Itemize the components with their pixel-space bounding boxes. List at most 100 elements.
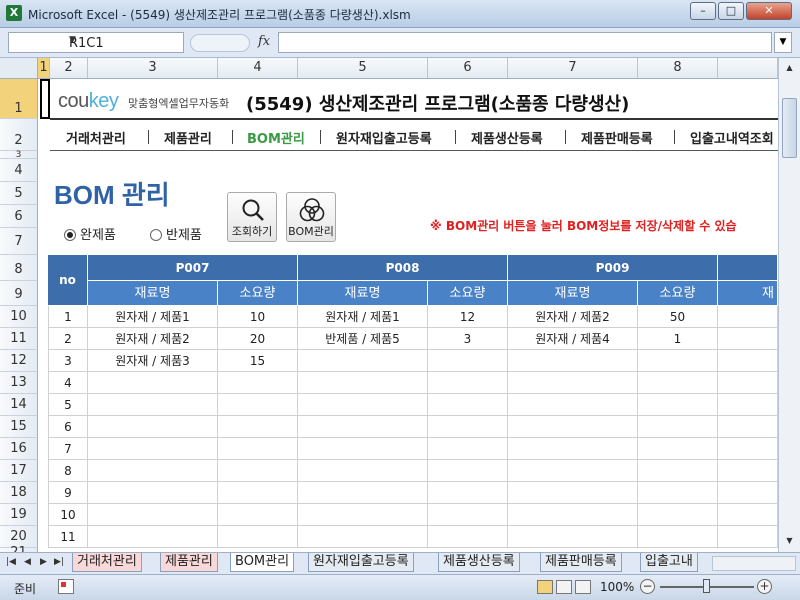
qty-cell[interactable]	[638, 416, 718, 438]
material-cell[interactable]	[508, 394, 638, 416]
row-header[interactable]: 3	[0, 151, 38, 160]
qty-cell[interactable]	[218, 482, 298, 504]
row-header[interactable]: 12	[0, 350, 38, 372]
column-header[interactable]: 3	[88, 58, 218, 79]
extra-cell[interactable]	[718, 416, 778, 438]
row-no-cell[interactable]: 8	[48, 460, 88, 482]
sheet-tab[interactable]: 제품관리	[160, 553, 218, 572]
material-cell[interactable]: 원자재 / 제품3	[88, 350, 218, 372]
row-no-cell[interactable]: 3	[48, 350, 88, 372]
sheet-tab[interactable]: 제품생산등록	[438, 553, 520, 572]
row-header[interactable]: 10	[0, 306, 38, 328]
row-no-cell[interactable]: 5	[48, 394, 88, 416]
material-cell[interactable]	[88, 416, 218, 438]
sheet-tab[interactable]: 입출고내	[640, 553, 698, 572]
material-cell[interactable]	[298, 416, 428, 438]
sheet-tab[interactable]: 제품판매등록	[540, 553, 622, 572]
page-break-icon[interactable]	[575, 580, 591, 594]
search-button[interactable]: 조회하기	[227, 192, 277, 242]
formula-input[interactable]	[278, 32, 772, 53]
macro-record-icon[interactable]	[58, 579, 74, 594]
menu-product[interactable]: 제품관리	[164, 128, 212, 147]
material-cell[interactable]: 원자재 / 제품2	[88, 328, 218, 350]
qty-cell[interactable]: 50	[638, 306, 718, 328]
column-header[interactable]: 4	[218, 58, 298, 79]
scroll-up-icon[interactable]: ▲	[782, 60, 797, 75]
material-cell[interactable]	[298, 350, 428, 372]
column-header[interactable]: 5	[298, 58, 428, 79]
material-cell[interactable]	[88, 438, 218, 460]
material-cell[interactable]	[508, 504, 638, 526]
zoom-level[interactable]: 100%	[600, 580, 634, 594]
row-no-cell[interactable]: 9	[48, 482, 88, 504]
row-header[interactable]: 5	[0, 182, 38, 205]
column-header[interactable]: 8	[638, 58, 718, 79]
restore-button[interactable]: □	[718, 2, 744, 20]
column-header[interactable]: 1	[38, 58, 50, 79]
scroll-down-icon[interactable]: ▼	[782, 533, 797, 548]
extra-cell[interactable]	[718, 482, 778, 504]
row-header[interactable]: 8	[0, 255, 38, 281]
qty-cell[interactable]: 10	[218, 306, 298, 328]
qty-cell[interactable]	[638, 526, 718, 548]
qty-cell[interactable]	[638, 438, 718, 460]
vertical-scrollbar[interactable]: ▲ ▼	[778, 58, 800, 552]
qty-cell[interactable]	[218, 416, 298, 438]
qty-cell[interactable]	[428, 416, 508, 438]
page-layout-icon[interactable]	[556, 580, 572, 594]
material-cell[interactable]	[298, 482, 428, 504]
row-no-cell[interactable]: 1	[48, 306, 88, 328]
row-header[interactable]: 14	[0, 394, 38, 416]
name-box[interactable]: R1C1 ▼	[8, 32, 184, 53]
material-cell[interactable]: 원자재 / 제품1	[298, 306, 428, 328]
radio-empty-icon[interactable]	[150, 229, 162, 241]
fx-icon[interactable]: fx	[258, 34, 270, 49]
qty-cell[interactable]	[428, 438, 508, 460]
extra-cell[interactable]	[718, 438, 778, 460]
material-cell[interactable]	[88, 504, 218, 526]
qty-cell[interactable]	[428, 460, 508, 482]
column-header[interactable]: 2	[50, 58, 88, 79]
menu-history[interactable]: 입출고내역조회	[690, 128, 774, 147]
qty-cell[interactable]	[218, 438, 298, 460]
zoom-slider-thumb[interactable]	[703, 579, 710, 593]
material-cell[interactable]	[508, 460, 638, 482]
material-cell[interactable]	[508, 438, 638, 460]
material-cell[interactable]	[298, 438, 428, 460]
extra-cell[interactable]	[718, 372, 778, 394]
row-no-cell[interactable]: 6	[48, 416, 88, 438]
qty-cell[interactable]	[428, 504, 508, 526]
material-cell[interactable]	[88, 460, 218, 482]
normal-view-icon[interactable]	[537, 580, 553, 594]
material-cell[interactable]	[88, 372, 218, 394]
extra-cell[interactable]	[718, 504, 778, 526]
qty-cell[interactable]	[218, 394, 298, 416]
column-header[interactable]: 7	[508, 58, 638, 79]
row-header[interactable]: 18	[0, 482, 38, 504]
qty-cell[interactable]	[428, 482, 508, 504]
material-cell[interactable]	[88, 526, 218, 548]
row-header[interactable]: 1	[0, 79, 38, 119]
qty-cell[interactable]: 12	[428, 306, 508, 328]
row-header[interactable]: 6	[0, 205, 38, 228]
material-cell[interactable]: 원자재 / 제품1	[88, 306, 218, 328]
material-cell[interactable]	[508, 416, 638, 438]
qty-cell[interactable]	[428, 526, 508, 548]
extra-cell[interactable]	[718, 526, 778, 548]
scroll-thumb[interactable]	[782, 98, 797, 158]
menu-production[interactable]: 제품생산등록	[471, 128, 543, 147]
column-header[interactable]	[718, 58, 778, 79]
horizontal-scrollbar[interactable]	[712, 556, 796, 571]
menu-sales[interactable]: 제품판매등록	[581, 128, 653, 147]
radio-finished-product[interactable]: 완제품	[64, 224, 116, 243]
material-cell[interactable]	[88, 394, 218, 416]
extra-cell[interactable]	[718, 350, 778, 372]
row-header[interactable]: 17	[0, 460, 38, 482]
minimize-button[interactable]: –	[690, 2, 716, 20]
material-cell[interactable]	[298, 460, 428, 482]
qty-cell[interactable]	[428, 372, 508, 394]
qty-cell[interactable]	[638, 350, 718, 372]
tab-first-icon[interactable]: |◀	[6, 557, 16, 567]
extra-cell[interactable]	[718, 394, 778, 416]
row-header[interactable]: 19	[0, 504, 38, 526]
